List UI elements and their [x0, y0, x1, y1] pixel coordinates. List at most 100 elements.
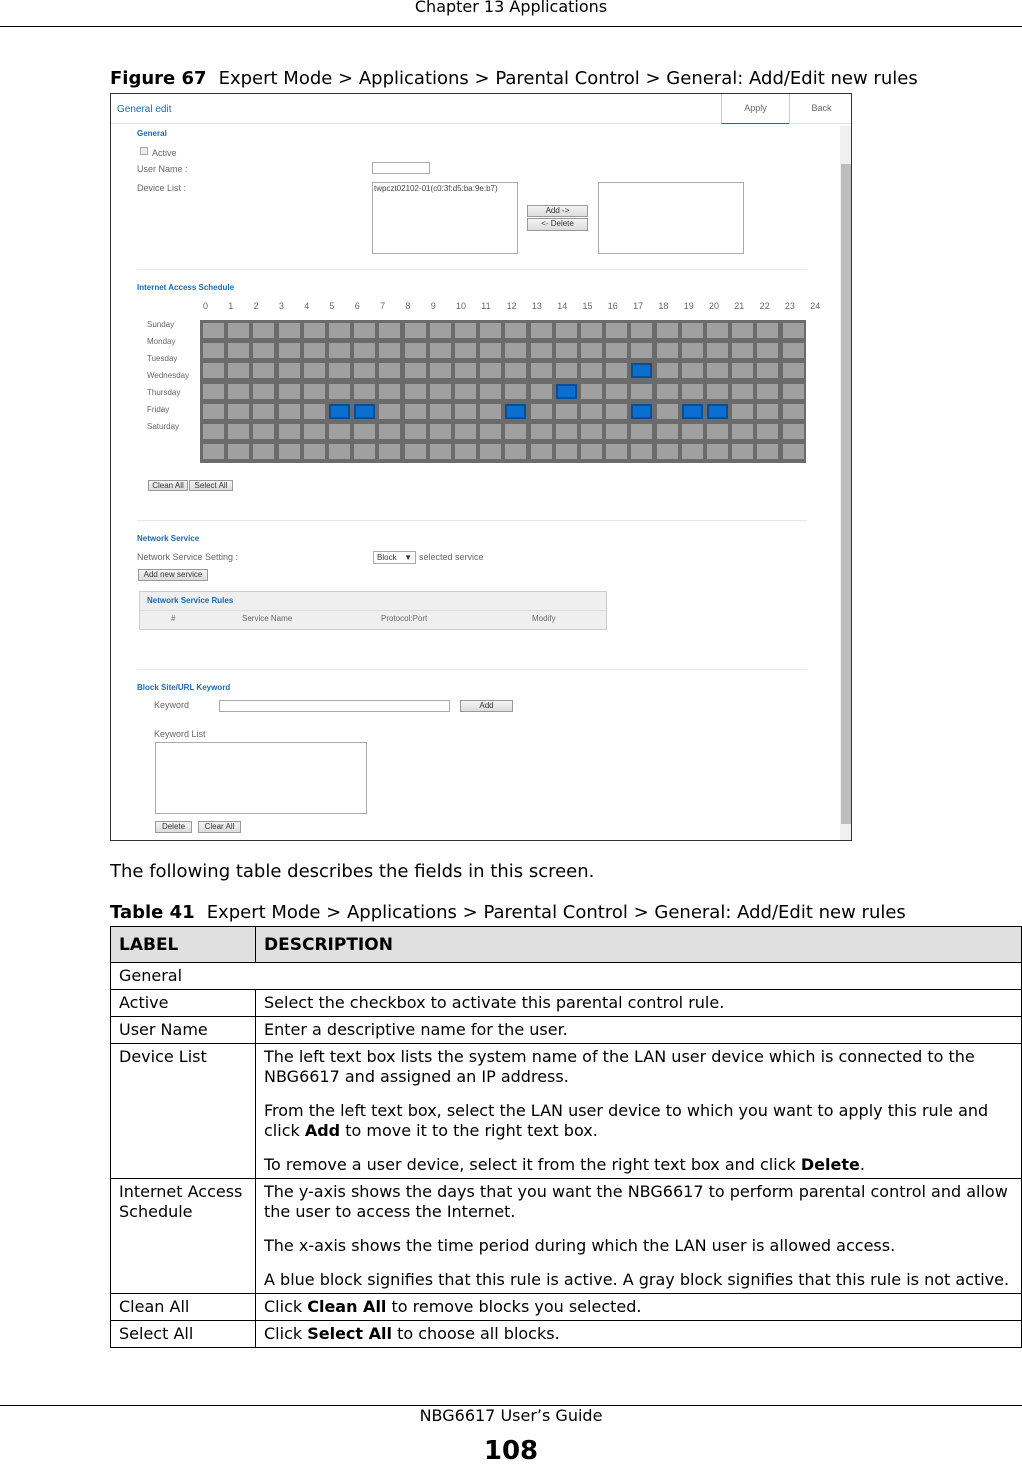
schedule-cell[interactable] — [228, 323, 250, 338]
active-checkbox[interactable] — [140, 147, 148, 155]
schedule-cell-active[interactable] — [631, 403, 653, 419]
schedule-cell[interactable] — [253, 383, 275, 399]
schedule-cell[interactable] — [404, 403, 426, 419]
schedule-cell[interactable] — [404, 323, 426, 338]
schedule-cell[interactable] — [631, 424, 653, 439]
clear-all-keywords-button[interactable]: Clear All — [198, 821, 241, 833]
schedule-cell[interactable] — [379, 363, 401, 379]
device-list-right[interactable] — [598, 182, 744, 254]
schedule-cell[interactable] — [228, 363, 250, 379]
schedule-cell-active[interactable] — [354, 403, 376, 419]
schedule-cell[interactable] — [329, 343, 350, 359]
schedule-cell[interactable] — [379, 444, 401, 460]
schedule-cell[interactable] — [782, 323, 804, 338]
schedule-cell[interactable] — [278, 383, 300, 399]
schedule-cell[interactable] — [656, 424, 678, 439]
schedule-cell[interactable] — [505, 383, 527, 399]
schedule-cell-active[interactable] — [681, 403, 703, 419]
delete-keyword-button[interactable]: Delete — [155, 821, 192, 833]
schedule-cell[interactable] — [203, 323, 224, 338]
schedule-cell[interactable] — [404, 363, 426, 379]
schedule-cell[interactable] — [555, 424, 577, 439]
schedule-cell[interactable] — [329, 424, 350, 439]
schedule-cell[interactable] — [555, 323, 577, 338]
schedule-cell[interactable] — [707, 424, 728, 439]
schedule-cell[interactable] — [354, 383, 376, 399]
schedule-cell[interactable] — [732, 424, 754, 439]
schedule-cell[interactable] — [278, 343, 300, 359]
schedule-cell[interactable] — [203, 363, 224, 379]
tab-general-edit[interactable]: General edit — [117, 104, 171, 115]
schedule-cell-active[interactable] — [555, 383, 577, 399]
schedule-cell[interactable] — [455, 343, 476, 359]
schedule-cell[interactable] — [203, 444, 224, 460]
schedule-cell[interactable] — [757, 323, 779, 338]
schedule-cell[interactable] — [782, 424, 804, 439]
schedule-cell[interactable] — [681, 424, 703, 439]
schedule-cell[interactable] — [631, 323, 653, 338]
schedule-cell[interactable] — [656, 403, 678, 419]
schedule-cell[interactable] — [606, 363, 628, 379]
schedule-cell[interactable] — [606, 343, 628, 359]
select-all-button[interactable]: Select All — [189, 480, 233, 491]
add-keyword-button[interactable]: Add — [460, 700, 513, 712]
schedule-cell[interactable] — [379, 343, 401, 359]
keyword-input[interactable] — [219, 700, 450, 712]
schedule-cell[interactable] — [656, 343, 678, 359]
schedule-cell[interactable] — [404, 383, 426, 399]
schedule-cell[interactable] — [480, 383, 502, 399]
schedule-cell[interactable] — [707, 383, 728, 399]
schedule-cell[interactable] — [278, 403, 300, 419]
schedule-cell[interactable] — [455, 424, 476, 439]
schedule-cell-active[interactable] — [505, 403, 527, 419]
add-device-button[interactable]: Add -> — [527, 205, 588, 217]
scrollbar-thumb[interactable] — [841, 164, 851, 824]
schedule-cell[interactable] — [681, 323, 703, 338]
schedule-cell[interactable] — [354, 343, 376, 359]
schedule-cell[interactable] — [303, 444, 325, 460]
schedule-cell[interactable] — [404, 343, 426, 359]
schedule-cell[interactable] — [505, 444, 527, 460]
schedule-cell[interactable] — [429, 424, 451, 439]
schedule-cell[interactable] — [782, 383, 804, 399]
schedule-cell[interactable] — [203, 424, 224, 439]
schedule-cell[interactable] — [757, 403, 779, 419]
schedule-cell[interactable] — [253, 424, 275, 439]
device-list-left[interactable]: twpczt02102-01(c0:3f:d5:ba:9e:b7) — [372, 182, 518, 254]
schedule-cell[interactable] — [505, 363, 527, 379]
schedule-cell[interactable] — [278, 323, 300, 338]
device-item[interactable]: twpczt02102-01(c0:3f:d5:ba:9e:b7) — [374, 184, 498, 193]
schedule-cell[interactable] — [303, 424, 325, 439]
schedule-cell[interactable] — [354, 424, 376, 439]
schedule-cell[interactable] — [681, 444, 703, 460]
schedule-cell[interactable] — [429, 363, 451, 379]
schedule-cell[interactable] — [530, 424, 552, 439]
schedule-cell[interactable] — [455, 383, 476, 399]
schedule-cell[interactable] — [707, 363, 728, 379]
schedule-cell[interactable] — [303, 383, 325, 399]
schedule-cell[interactable] — [505, 323, 527, 338]
clean-all-button[interactable]: Clean All — [148, 480, 188, 491]
schedule-cell[interactable] — [505, 343, 527, 359]
schedule-cell[interactable] — [429, 323, 451, 338]
schedule-cell[interactable] — [480, 403, 502, 419]
schedule-cell[interactable] — [480, 444, 502, 460]
schedule-cell[interactable] — [732, 444, 754, 460]
schedule-cell[interactable] — [530, 383, 552, 399]
schedule-cell[interactable] — [530, 323, 552, 338]
schedule-cell[interactable] — [480, 363, 502, 379]
schedule-cell[interactable] — [581, 383, 602, 399]
schedule-cell[interactable] — [606, 444, 628, 460]
schedule-cell[interactable] — [581, 343, 602, 359]
schedule-cell[interactable] — [303, 363, 325, 379]
schedule-cell[interactable] — [329, 383, 350, 399]
schedule-cell[interactable] — [253, 403, 275, 419]
schedule-cell[interactable] — [732, 363, 754, 379]
schedule-cell[interactable] — [606, 403, 628, 419]
schedule-cell[interactable] — [631, 343, 653, 359]
back-button[interactable]: Back — [789, 94, 851, 124]
schedule-cell[interactable] — [555, 403, 577, 419]
schedule-cell[interactable] — [228, 343, 250, 359]
schedule-cell[interactable] — [480, 343, 502, 359]
schedule-cell[interactable] — [228, 403, 250, 419]
